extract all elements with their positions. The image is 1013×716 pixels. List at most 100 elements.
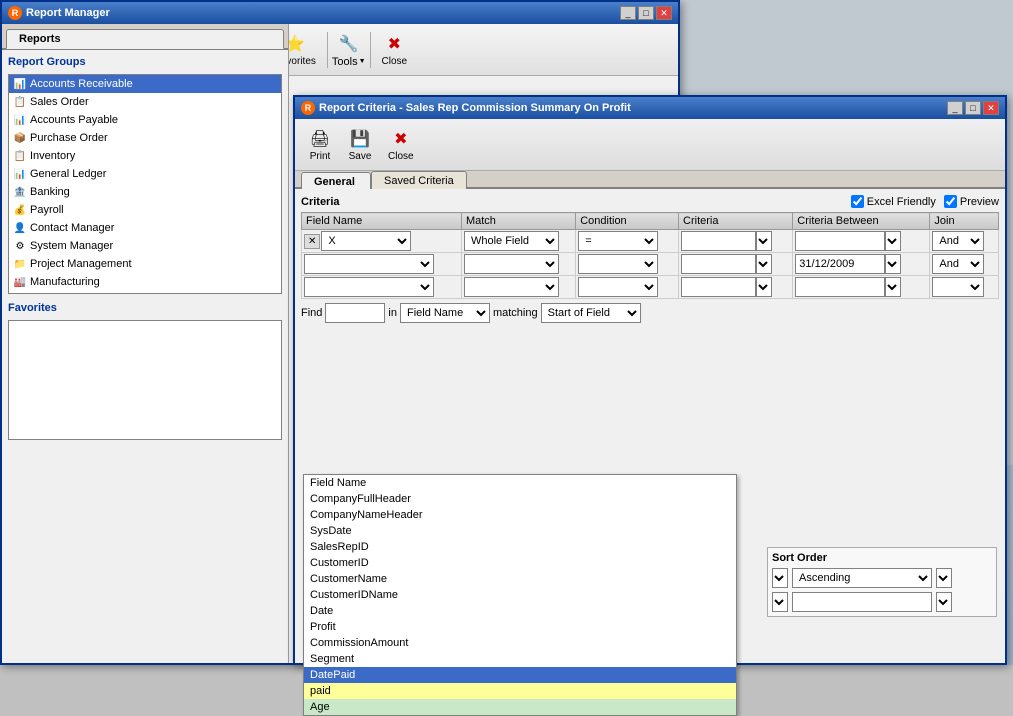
row2-between-dropdown[interactable] xyxy=(885,254,901,274)
find-field-select[interactable]: Field Name xyxy=(400,303,490,323)
close-toolbar-button[interactable]: ✖ Close xyxy=(375,28,415,71)
row1-between-dropdown[interactable] xyxy=(885,231,901,251)
field-item-paid[interactable]: paid xyxy=(304,683,736,699)
row3-between-dropdown[interactable] xyxy=(885,277,901,297)
row3-condition-select[interactable] xyxy=(578,277,658,297)
inventory-label: Inventory xyxy=(30,150,75,162)
row3-criteria-input[interactable] xyxy=(681,277,756,297)
tab-reports[interactable]: Reports xyxy=(6,29,284,49)
list-item[interactable]: 📦 Purchase Order xyxy=(9,129,281,147)
row1-criteria-dropdown[interactable] xyxy=(756,231,772,251)
maximize-button[interactable]: □ xyxy=(638,6,654,20)
criteria-maximize-button[interactable]: □ xyxy=(965,101,981,115)
tab-saved-criteria[interactable]: Saved Criteria xyxy=(371,171,467,190)
sort-order-arrow1[interactable] xyxy=(772,568,788,588)
list-item[interactable]: 📊 Accounts Receivable xyxy=(9,75,281,93)
sort-order-dropdown2[interactable] xyxy=(936,568,952,588)
row1-criteria-input[interactable] xyxy=(681,231,756,251)
dialog-save-icon: 💾 xyxy=(348,127,372,151)
tools-icon: 🔧 xyxy=(337,32,361,56)
manufacturing-label: Manufacturing xyxy=(30,276,100,288)
row1-criteriabetween-input[interactable] xyxy=(795,231,885,251)
sales-order-label: Sales Order xyxy=(30,96,89,108)
row2-criteria-input[interactable] xyxy=(681,254,756,274)
criteria-window-controls: _ □ ✕ xyxy=(947,101,999,115)
find-input[interactable] xyxy=(325,303,385,323)
list-item[interactable]: 📊 Accounts Payable xyxy=(9,111,281,129)
tools-button-group[interactable]: 🔧 Tools ▼ xyxy=(332,32,366,68)
criteria-titlebar: R Report Criteria - Sales Rep Commission… xyxy=(295,97,1005,119)
row3-join-select[interactable] xyxy=(932,277,984,297)
sort-order-select[interactable]: Ascending xyxy=(792,568,932,588)
row2-match-select[interactable] xyxy=(464,254,559,274)
dialog-save-label: Save xyxy=(349,151,372,162)
accounts-receivable-icon: 📊 xyxy=(13,77,27,91)
list-item[interactable]: 👤 Contact Manager xyxy=(9,219,281,237)
dialog-print-button[interactable]: 🖨 Print xyxy=(301,123,339,166)
field-item[interactable]: CompanyNameHeader xyxy=(304,507,736,523)
close-toolbar-icon: ✖ xyxy=(382,32,406,56)
row1-x-button[interactable]: ✕ xyxy=(304,234,320,249)
report-groups-list[interactable]: 📊 Accounts Receivable 📋 Sales Order 📊 Ac… xyxy=(8,74,282,294)
contact-manager-label: Contact Manager xyxy=(30,222,114,234)
row3-match-select[interactable] xyxy=(464,277,559,297)
list-item[interactable]: ⚙ System Manager xyxy=(9,237,281,255)
field-item-age[interactable]: Age xyxy=(304,699,736,715)
list-item[interactable]: 📋 Inventory xyxy=(9,147,281,165)
field-item[interactable]: CompanyFullHeader xyxy=(304,491,736,507)
list-item[interactable]: 📁 Project Management xyxy=(9,255,281,273)
close-window-button[interactable]: ✕ xyxy=(656,6,672,20)
field-item[interactable]: CommissionAmount xyxy=(304,635,736,651)
criteria-header-row: Criteria Excel Friendly Preview xyxy=(301,195,999,208)
sort-order-arrow2[interactable] xyxy=(772,592,788,612)
row3-criteria-dropdown[interactable] xyxy=(756,277,772,297)
field-item[interactable]: CustomerIDName xyxy=(304,587,736,603)
accounts-receivable-label: Accounts Receivable xyxy=(30,78,133,90)
minimize-button[interactable]: _ xyxy=(620,6,636,20)
row2-join-select[interactable]: And xyxy=(932,254,984,274)
tools-dropdown-arrow: ▼ xyxy=(359,58,366,65)
list-item[interactable]: 📊 General Ledger xyxy=(9,165,281,183)
panel-content: Report Groups 📊 Accounts Receivable 📋 Sa… xyxy=(2,50,288,446)
dialog-close-button[interactable]: ✖ Close xyxy=(381,123,421,166)
dialog-save-button[interactable]: 💾 Save xyxy=(341,123,379,166)
field-item[interactable]: Date xyxy=(304,603,736,619)
sort-order-dropdown3[interactable] xyxy=(936,592,952,612)
field-item[interactable]: SalesRepID xyxy=(304,539,736,555)
accounts-payable-label: Accounts Payable xyxy=(30,114,118,126)
field-item[interactable]: Field Name xyxy=(304,475,736,491)
preview-checkbox[interactable] xyxy=(944,195,957,208)
list-item[interactable]: 🏭 Manufacturing xyxy=(9,273,281,291)
custom-reports-icon: 📄 xyxy=(13,293,27,294)
list-item[interactable]: 📄 Custom Reports xyxy=(9,291,281,294)
field-item[interactable]: SysDate xyxy=(304,523,736,539)
field-item-datepaid[interactable]: DatePaid xyxy=(304,667,736,683)
system-manager-icon: ⚙ xyxy=(13,239,27,253)
row3-field-select[interactable] xyxy=(304,277,434,297)
list-item[interactable]: 📋 Sales Order xyxy=(9,93,281,111)
field-item[interactable]: Profit xyxy=(304,619,736,635)
tools-label: Tools xyxy=(332,56,358,68)
row1-condition-select[interactable]: = xyxy=(578,231,658,251)
list-item[interactable]: 💰 Payroll xyxy=(9,201,281,219)
field-item[interactable]: CustomerID xyxy=(304,555,736,571)
left-panel: Reports Report Groups 📊 Accounts Receiva… xyxy=(2,24,289,663)
find-matching-select[interactable]: Start of Field xyxy=(541,303,641,323)
row2-criteria-dropdown[interactable] xyxy=(756,254,772,274)
row1-match-select[interactable]: Whole Field xyxy=(464,231,559,251)
excel-friendly-checkbox[interactable] xyxy=(851,195,864,208)
row2-criteriabetween-input[interactable] xyxy=(795,254,885,274)
row1-join-select[interactable]: And xyxy=(932,231,984,251)
system-manager-label: System Manager xyxy=(30,240,113,252)
sort-order-input2[interactable] xyxy=(792,592,932,612)
row1-field-select[interactable]: X xyxy=(321,231,411,251)
row2-field-select[interactable] xyxy=(304,254,434,274)
criteria-close-button[interactable]: ✕ xyxy=(983,101,999,115)
field-item[interactable]: CustomerName xyxy=(304,571,736,587)
favorites-box xyxy=(8,320,282,440)
close-toolbar-label: Close xyxy=(382,56,408,67)
row2-condition-select[interactable] xyxy=(578,254,658,274)
criteria-minimize-button[interactable]: _ xyxy=(947,101,963,115)
row3-criteriabetween-input[interactable] xyxy=(795,277,885,297)
list-item[interactable]: 🏦 Banking xyxy=(9,183,281,201)
